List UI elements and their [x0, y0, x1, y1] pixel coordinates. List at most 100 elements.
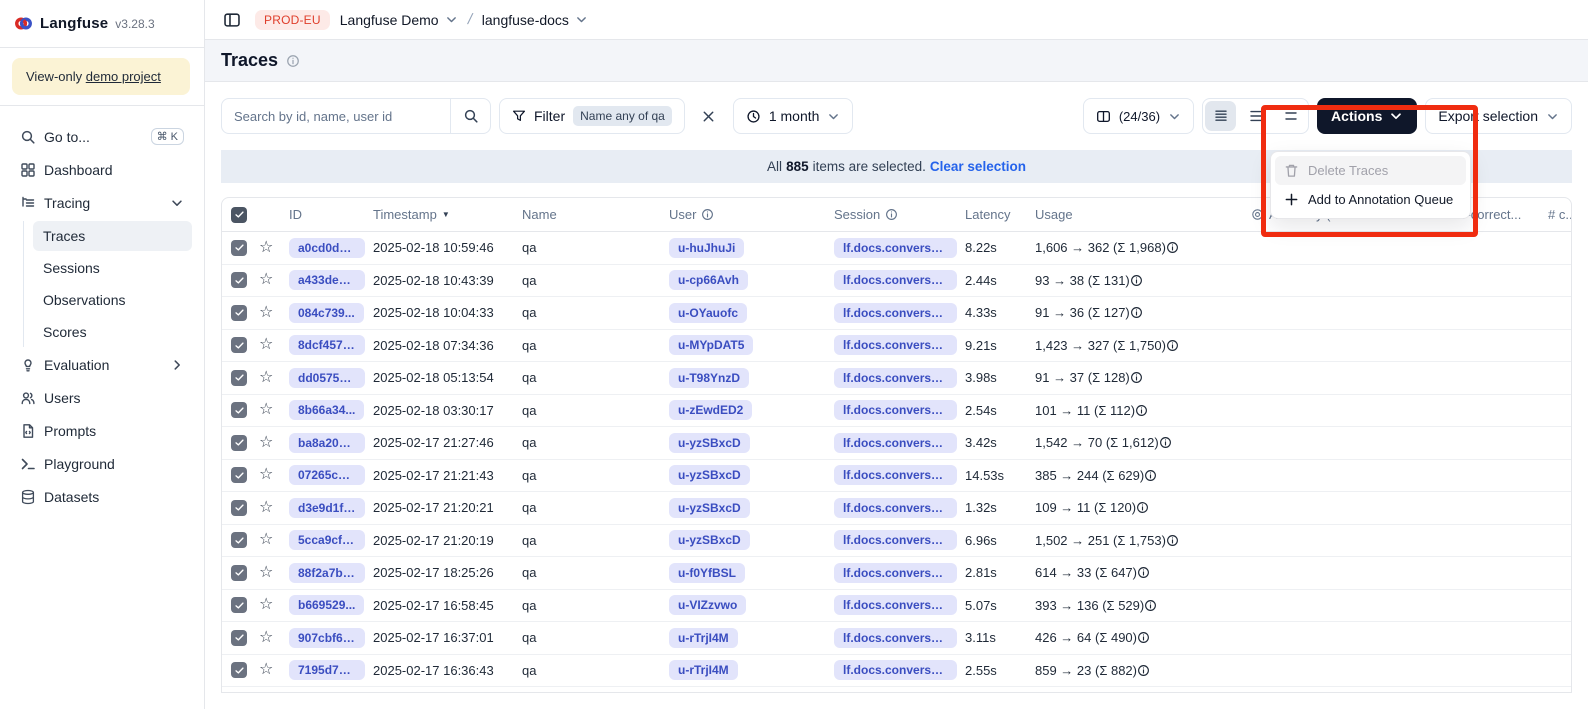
- star-icon[interactable]: ☆: [259, 500, 273, 516]
- trace-session-link[interactable]: lf.docs.conversation...: [834, 368, 957, 388]
- sidebar-item-playground[interactable]: Playground: [12, 448, 192, 480]
- star-icon[interactable]: ☆: [259, 532, 273, 548]
- org-switcher[interactable]: Langfuse Demo: [340, 12, 458, 28]
- trace-id-link[interactable]: a0cd0d9...: [289, 238, 365, 258]
- project-switcher[interactable]: langfuse-docs: [482, 12, 588, 28]
- trace-id-link[interactable]: 7195d78e...: [289, 660, 365, 680]
- star-icon[interactable]: ☆: [259, 630, 273, 646]
- clear-filter-button[interactable]: [695, 102, 723, 130]
- menu-item-add-to-annotation-queue[interactable]: Add to Annotation Queue: [1275, 185, 1466, 214]
- column-header-session[interactable]: Session: [834, 207, 965, 222]
- sidebar-item-traces[interactable]: Traces: [33, 221, 192, 251]
- export-selection-button[interactable]: Export selection: [1425, 98, 1572, 134]
- row-checkbox[interactable]: [231, 240, 247, 256]
- row-checkbox[interactable]: [231, 597, 247, 613]
- star-icon[interactable]: ☆: [259, 370, 273, 386]
- star-icon[interactable]: ☆: [259, 662, 273, 678]
- star-icon[interactable]: ☆: [259, 305, 273, 321]
- demo-project-link[interactable]: demo project: [86, 69, 161, 84]
- trace-user-link[interactable]: u-rTrjI4M: [669, 660, 738, 680]
- column-header-usage[interactable]: Usage: [1035, 207, 1251, 222]
- actions-button[interactable]: Actions: [1317, 98, 1417, 134]
- sidebar-toggle-button[interactable]: [219, 7, 245, 33]
- row-checkbox[interactable]: [231, 500, 247, 516]
- column-header-timestamp[interactable]: Timestamp▼: [373, 207, 522, 222]
- trace-id-link[interactable]: 8dcf4574...: [289, 335, 365, 355]
- trace-id-link[interactable]: 5cca9cf2...: [289, 530, 365, 550]
- star-icon[interactable]: ☆: [259, 337, 273, 353]
- goto-search[interactable]: Go to... ⌘ K: [12, 120, 192, 153]
- trace-session-link[interactable]: lf.docs.conversation...: [834, 530, 957, 550]
- trace-session-link[interactable]: lf.docs.conversation...: [834, 303, 957, 323]
- trace-user-link[interactable]: u-zEwdED2: [669, 400, 752, 420]
- column-header-user[interactable]: User: [669, 207, 834, 222]
- trace-session-link[interactable]: lf.docs.conversation...: [834, 270, 957, 290]
- clear-selection-link[interactable]: Clear selection: [930, 159, 1026, 174]
- trace-user-link[interactable]: u-huJhuJi: [669, 238, 744, 258]
- row-height-small-button[interactable]: [1205, 101, 1236, 131]
- trace-user-link[interactable]: u-yzSBxcD: [669, 433, 750, 453]
- trace-id-link[interactable]: 084c739...: [289, 303, 364, 323]
- row-checkbox[interactable]: [231, 435, 247, 451]
- row-checkbox[interactable]: [231, 532, 247, 548]
- trace-id-link[interactable]: 07265c7a...: [289, 465, 365, 485]
- trace-user-link[interactable]: u-f0YfBSL: [669, 563, 745, 583]
- search-submit-button[interactable]: [450, 99, 490, 133]
- row-checkbox[interactable]: [231, 662, 247, 678]
- sidebar-item-users[interactable]: Users: [12, 382, 192, 414]
- trace-session-link[interactable]: lf.docs.conversation...: [834, 400, 957, 420]
- trace-session-link[interactable]: lf.docs.conversation...: [834, 238, 957, 258]
- trace-session-link[interactable]: lf.docs.conversation...: [834, 660, 957, 680]
- row-checkbox[interactable]: [231, 305, 247, 321]
- column-header-c[interactable]: # c...: [1548, 207, 1571, 222]
- row-checkbox[interactable]: [231, 337, 247, 353]
- trace-user-link[interactable]: u-cp66Avh: [669, 270, 748, 290]
- trace-session-link[interactable]: lf.docs.conversation...: [834, 498, 957, 518]
- row-checkbox[interactable]: [231, 370, 247, 386]
- trace-id-link[interactable]: ba8a208f...: [289, 433, 365, 453]
- trace-id-link[interactable]: 88f2a7b0...: [289, 563, 365, 583]
- trace-id-link[interactable]: b669529...: [289, 595, 364, 615]
- trace-session-link[interactable]: lf.docs.conversation...: [834, 335, 957, 355]
- sidebar-item-datasets[interactable]: Datasets: [12, 481, 192, 513]
- row-checkbox[interactable]: [231, 630, 247, 646]
- column-visibility-button[interactable]: (24/36): [1083, 98, 1194, 134]
- trace-session-link[interactable]: lf.docs.conversation...: [834, 433, 957, 453]
- sidebar-item-prompts[interactable]: Prompts: [12, 415, 192, 447]
- star-icon[interactable]: ☆: [259, 272, 273, 288]
- trace-session-link[interactable]: lf.docs.conversation...: [834, 563, 957, 583]
- trace-user-link[interactable]: u-MYpDAT5: [669, 335, 753, 355]
- star-icon[interactable]: ☆: [259, 597, 273, 613]
- row-checkbox[interactable]: [231, 467, 247, 483]
- trace-user-link[interactable]: u-yzSBxcD: [669, 498, 750, 518]
- trace-user-link[interactable]: u-OYauofc: [669, 303, 747, 323]
- trace-user-link[interactable]: u-VIZzvwo: [669, 595, 746, 615]
- row-checkbox[interactable]: [231, 565, 247, 581]
- column-header-id[interactable]: ID: [289, 207, 373, 222]
- star-icon[interactable]: ☆: [259, 565, 273, 581]
- trace-id-link[interactable]: d3e9d1f2...: [289, 498, 365, 518]
- trace-session-link[interactable]: lf.docs.conversation...: [834, 465, 957, 485]
- star-icon[interactable]: ☆: [259, 402, 273, 418]
- star-icon[interactable]: ☆: [259, 435, 273, 451]
- trace-id-link[interactable]: 907cbf6e...: [289, 628, 365, 648]
- sidebar-item-sessions[interactable]: Sessions: [33, 253, 192, 283]
- sidebar-item-scores[interactable]: Scores: [33, 317, 192, 347]
- star-icon[interactable]: ☆: [259, 467, 273, 483]
- sidebar-item-dashboard[interactable]: Dashboard: [12, 154, 192, 186]
- trace-id-link[interactable]: a433de51...: [289, 270, 365, 290]
- trace-user-link[interactable]: u-T98YnzD: [669, 368, 749, 388]
- trace-user-link[interactable]: u-yzSBxcD: [669, 465, 750, 485]
- trace-session-link[interactable]: lf.docs.conversation...: [834, 595, 957, 615]
- trace-session-link[interactable]: lf.docs.conversation...: [834, 628, 957, 648]
- search-input[interactable]: [222, 109, 450, 124]
- sidebar-item-observations[interactable]: Observations: [33, 285, 192, 315]
- trace-id-link[interactable]: 8b66a34...: [289, 400, 364, 420]
- trace-user-link[interactable]: u-yzSBxcD: [669, 530, 750, 550]
- time-range-button[interactable]: 1 month: [733, 98, 854, 134]
- trace-id-link[interactable]: dd05753...: [289, 368, 365, 388]
- filter-button[interactable]: Filter Name any of qa: [499, 98, 685, 134]
- star-icon[interactable]: ☆: [259, 240, 273, 256]
- sidebar-item-evaluation[interactable]: Evaluation: [12, 349, 192, 381]
- row-height-medium-button[interactable]: [1238, 99, 1273, 133]
